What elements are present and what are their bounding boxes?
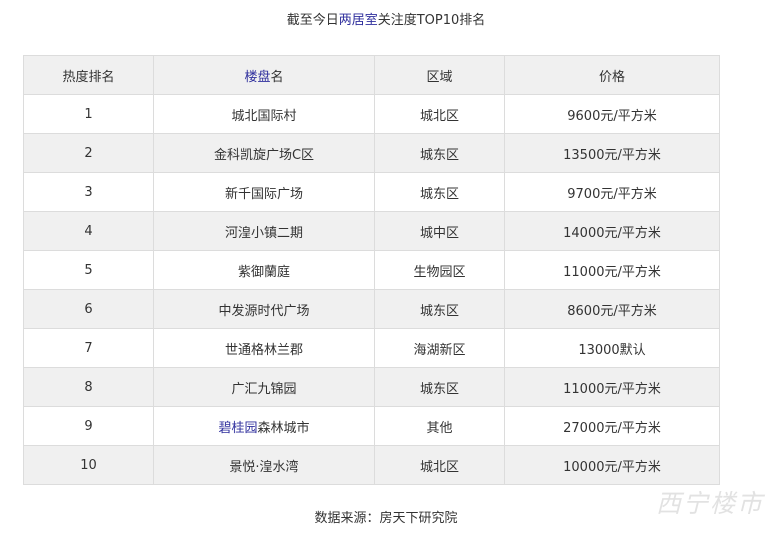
cell-name-text: 世通格林兰郡 — [224, 342, 303, 358]
cell-name: 景悦·湟水湾 — [153, 445, 375, 485]
cell-name-text: 金科凯旋广场C区 — [213, 147, 315, 163]
table-row: 6 中发源时代广场 城东区 8600元/平方米 — [23, 289, 720, 329]
header-district: 区域 — [374, 55, 505, 95]
cell-rank: 9 — [23, 406, 154, 446]
cell-name: 城北国际村 — [153, 94, 375, 134]
cell-district: 城东区 — [374, 172, 505, 212]
cell-name-text: 森林城市 — [257, 420, 310, 436]
cell-price: 10000元/平方米 — [504, 445, 720, 485]
cell-name-text: 紫御蘭庭 — [237, 264, 290, 280]
cell-price: 11000元/平方米 — [504, 250, 720, 290]
table-row: 7 世通格林兰郡 海湖新区 13000默认 — [23, 328, 720, 368]
cell-price: 8600元/平方米 — [504, 289, 720, 329]
cell-rank: 7 — [23, 328, 154, 368]
cell-price: 9600元/平方米 — [504, 94, 720, 134]
table-row: 5 紫御蘭庭 生物园区 11000元/平方米 — [23, 250, 720, 290]
cell-price: 13500元/平方米 — [504, 133, 720, 173]
cell-name-text: 城北国际村 — [231, 108, 297, 124]
table-row: 1 城北国际村 城北区 9600元/平方米 — [23, 94, 720, 134]
header-name-highlight-link[interactable]: 楼盘 — [244, 70, 270, 85]
cell-name: 河湟小镇二期 — [153, 211, 375, 251]
cell-district: 其他 — [374, 406, 505, 446]
cell-name: 世通格林兰郡 — [153, 328, 375, 368]
caption-highlight-link[interactable]: 两居室 — [339, 13, 378, 28]
cell-rank: 2 — [23, 133, 154, 173]
header-rank: 热度排名 — [23, 55, 154, 95]
table-caption: 截至今日两居室关注度TOP10排名 — [0, 10, 772, 32]
table-row: 4 河湟小镇二期 城中区 14000元/平方米 — [23, 211, 720, 251]
cell-name-text: 中发源时代广场 — [218, 303, 310, 319]
cell-district: 生物园区 — [374, 250, 505, 290]
cell-name: 碧桂园森林城市 — [153, 406, 375, 446]
table-row: 8 广汇九锦园 城东区 11000元/平方米 — [23, 367, 720, 407]
cell-name: 新千国际广场 — [153, 172, 375, 212]
cell-district: 城东区 — [374, 367, 505, 407]
cell-name-text: 景悦·湟水湾 — [229, 459, 299, 475]
cell-district: 城东区 — [374, 133, 505, 173]
caption-suffix: 关注度TOP10排名 — [377, 13, 486, 28]
cell-name: 紫御蘭庭 — [153, 250, 375, 290]
table-header-row: 热度排名 楼盘名 区域 价格 — [23, 55, 720, 95]
cell-name-text: 新千国际广场 — [224, 186, 303, 202]
cell-district: 城北区 — [374, 94, 505, 134]
cell-price: 11000元/平方米 — [504, 367, 720, 407]
table-row: 2 金科凯旋广场C区 城东区 13500元/平方米 — [23, 133, 720, 173]
header-name: 楼盘名 — [153, 55, 375, 95]
table-row: 3 新千国际广场 城东区 9700元/平方米 — [23, 172, 720, 212]
cell-rank: 6 — [23, 289, 154, 329]
cell-district: 海湖新区 — [374, 328, 505, 368]
cell-name: 广汇九锦园 — [153, 367, 375, 407]
ranking-table: 热度排名 楼盘名 区域 价格 1 城北国际村 城北区 9600元/平方米 2 金… — [23, 55, 720, 485]
cell-rank: 8 — [23, 367, 154, 407]
header-price: 价格 — [504, 55, 720, 95]
cell-price: 9700元/平方米 — [504, 172, 720, 212]
cell-price: 14000元/平方米 — [504, 211, 720, 251]
cell-price: 27000元/平方米 — [504, 406, 720, 446]
cell-district: 城北区 — [374, 445, 505, 485]
cell-price: 13000默认 — [504, 328, 720, 368]
cell-rank: 10 — [23, 445, 154, 485]
table-row: 9 碧桂园森林城市 其他 27000元/平方米 — [23, 406, 720, 446]
cell-name: 金科凯旋广场C区 — [153, 133, 375, 173]
cell-name-text: 广汇九锦园 — [231, 381, 297, 397]
cell-rank: 3 — [23, 172, 154, 212]
cell-rank: 4 — [23, 211, 154, 251]
watermark-logo: 西宁楼市 — [655, 489, 764, 518]
cell-rank: 1 — [23, 94, 154, 134]
cell-name-text: 河湟小镇二期 — [224, 225, 303, 241]
cell-district: 城东区 — [374, 289, 505, 329]
cell-name-highlight-link[interactable]: 碧桂园 — [218, 421, 257, 436]
table-row: 10 景悦·湟水湾 城北区 10000元/平方米 — [23, 445, 720, 485]
caption-prefix: 截至今日 — [286, 13, 339, 28]
cell-name: 中发源时代广场 — [153, 289, 375, 329]
header-name-rest: 名 — [270, 69, 284, 85]
cell-district: 城中区 — [374, 211, 505, 251]
cell-rank: 5 — [23, 250, 154, 290]
